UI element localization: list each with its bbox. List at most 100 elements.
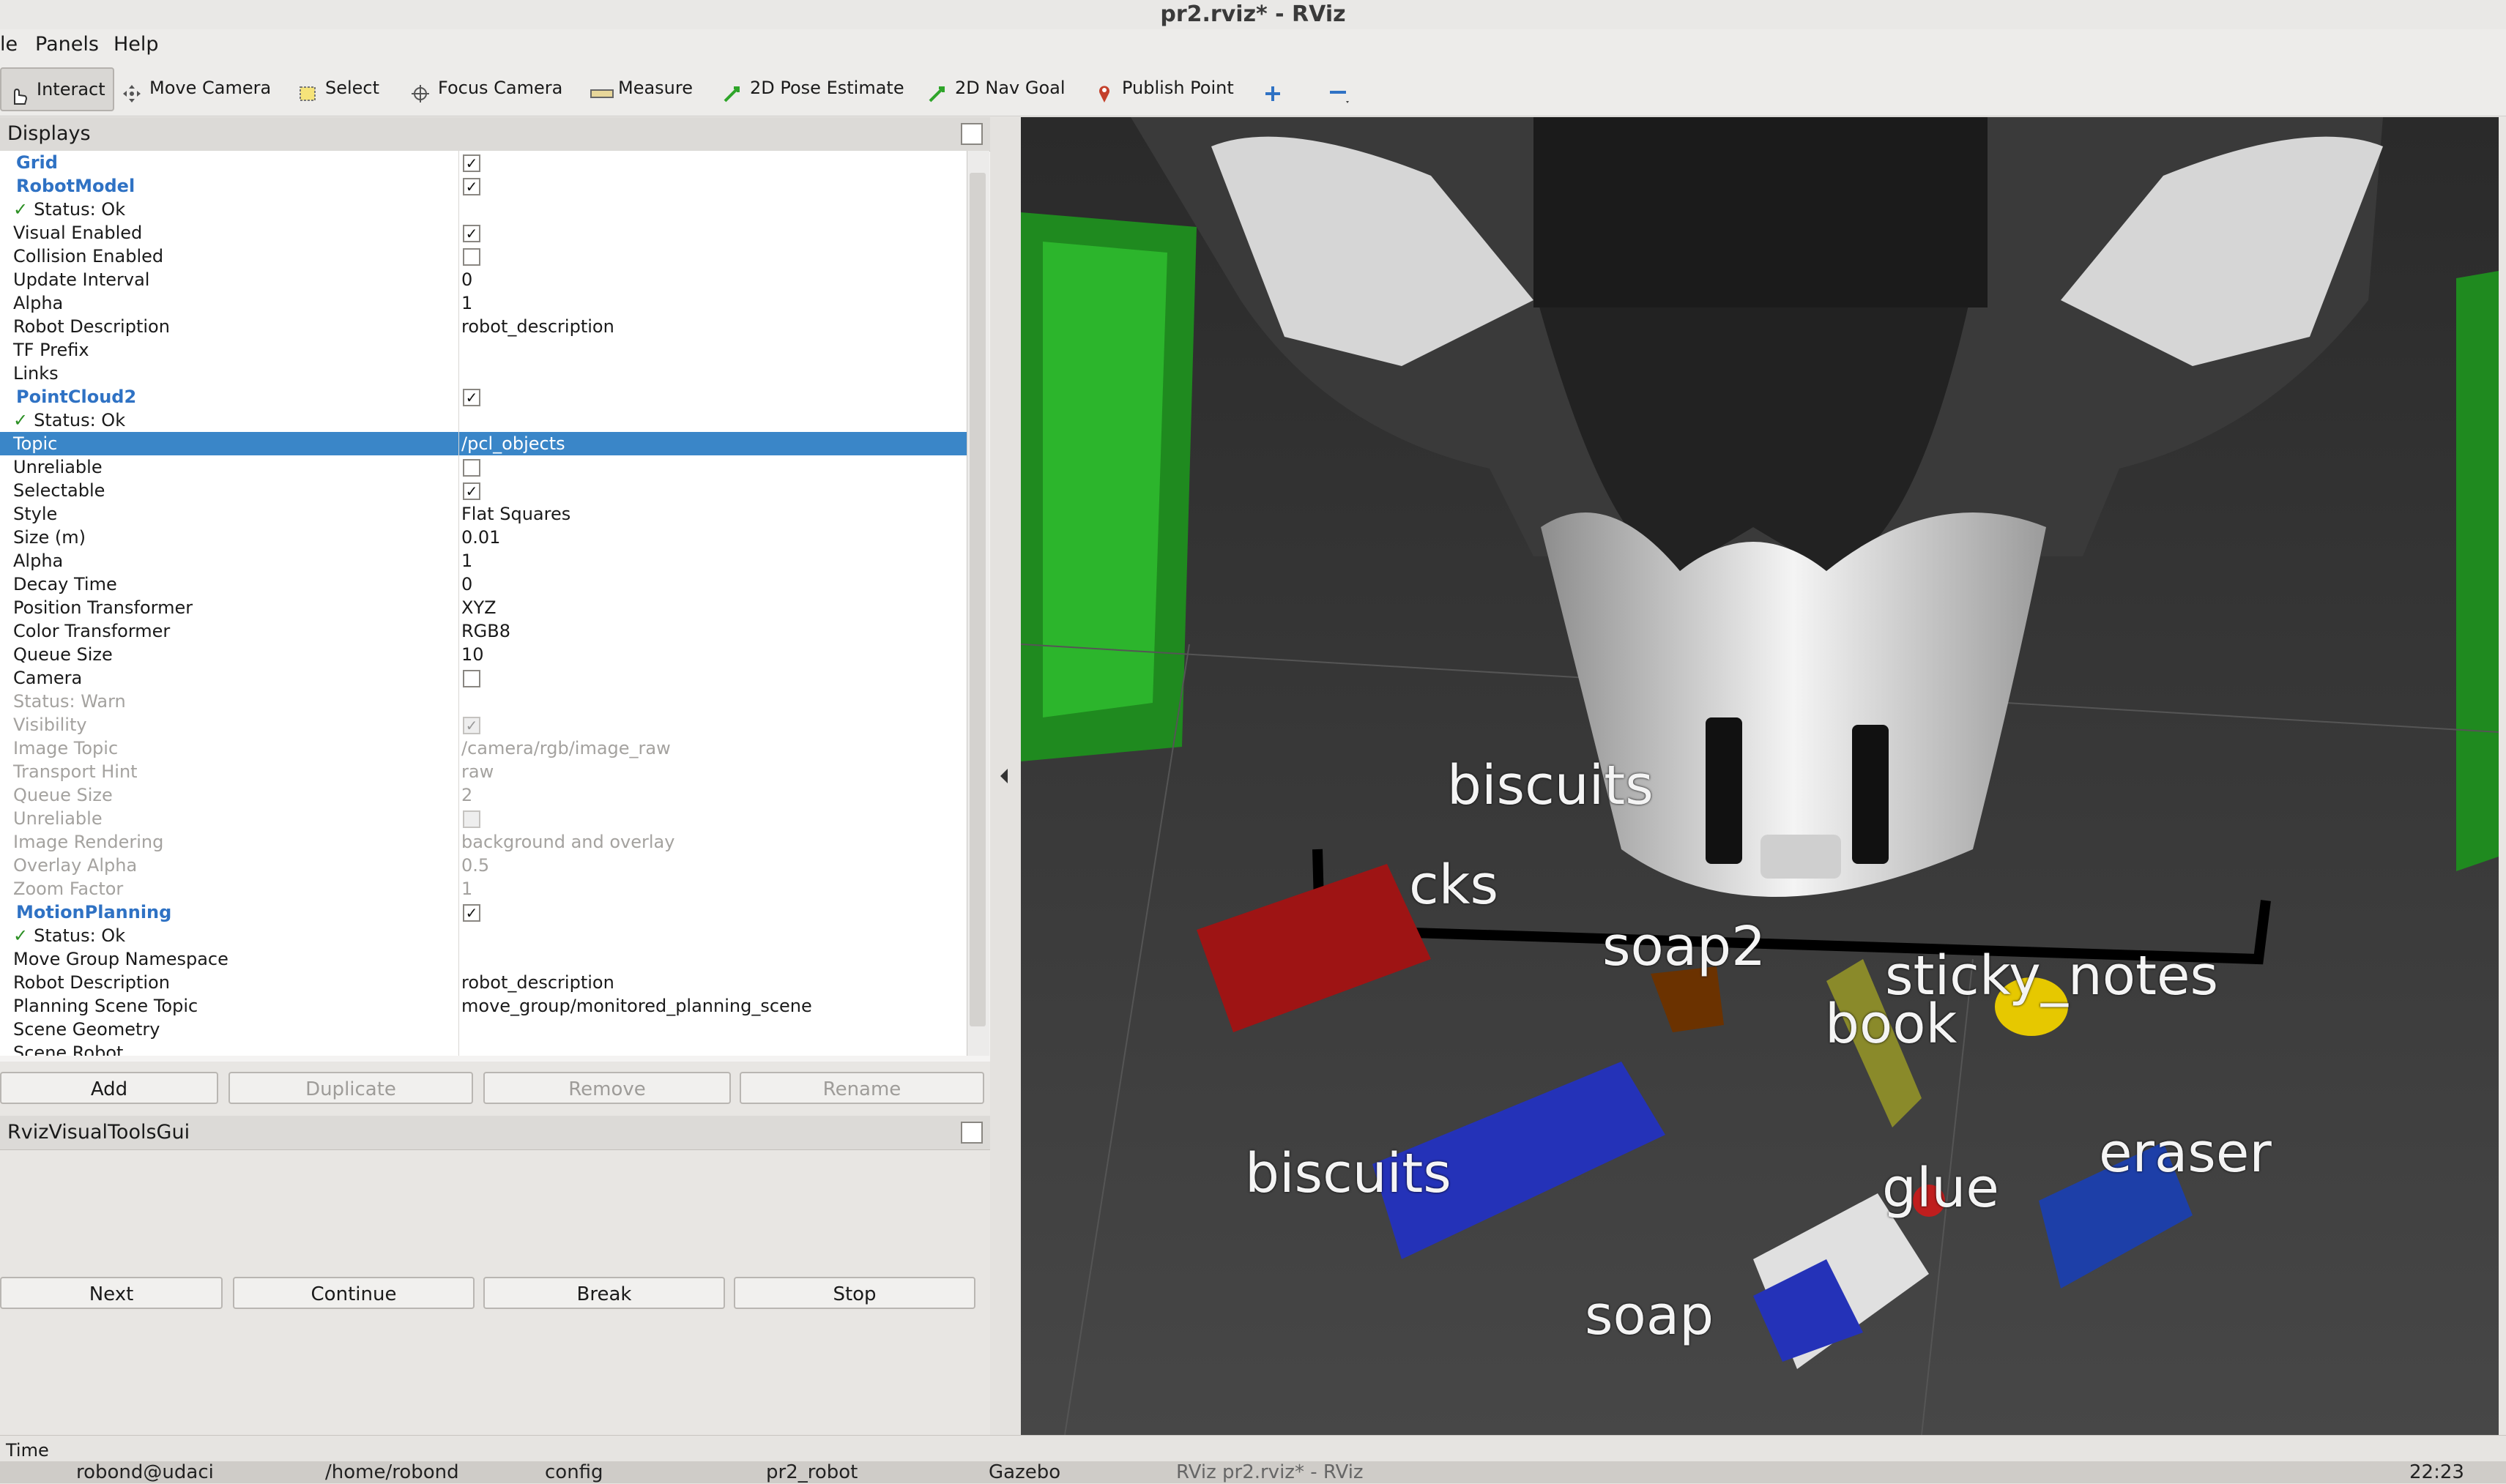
display-property-row[interactable]: Overlay Alpha 0.5 <box>0 854 967 877</box>
continue-button[interactable]: Continue <box>233 1277 475 1309</box>
tool-2d-nav-goal[interactable]: 2D Nav Goal <box>927 67 1066 108</box>
display-property-row[interactable]: Links <box>0 362 967 385</box>
column-divider[interactable] <box>458 151 459 1056</box>
display-group-row[interactable]: Grid ✓ <box>0 151 967 174</box>
taskbar-item[interactable]: Gazebo <box>989 1461 1060 1483</box>
property-checkbox[interactable]: ✓ <box>463 717 480 734</box>
display-group-row[interactable]: PointCloud2 ✓ <box>0 385 967 409</box>
property-value[interactable]: 0 <box>461 573 472 596</box>
property-checkbox[interactable] <box>463 810 480 828</box>
tool-measure[interactable]: Measure <box>590 67 693 108</box>
taskbar-item[interactable]: /home/robond <box>325 1461 459 1483</box>
property-value[interactable]: 1 <box>461 877 472 901</box>
tool-select[interactable]: Select <box>297 67 379 108</box>
property-value[interactable]: 10 <box>461 643 484 666</box>
display-property-row[interactable]: Topic/pcl_objects <box>0 432 967 455</box>
display-property-row[interactable]: Robot Description robot_description <box>0 315 967 338</box>
taskbar-item-active[interactable]: RViz pr2.rviz* - RViz <box>1176 1461 1364 1483</box>
display-property-row[interactable]: Zoom Factor 1 <box>0 877 967 901</box>
property-value[interactable]: Flat Squares <box>461 502 570 526</box>
remove-tool-button[interactable] <box>1327 67 1349 108</box>
display-property-row[interactable]: Robot Description robot_description <box>0 971 967 994</box>
display-property-row[interactable]: Collision Enabled <box>0 245 967 268</box>
display-property-row[interactable]: Transport Hint raw <box>0 760 967 783</box>
display-property-row[interactable]: Status: Warn <box>0 690 967 713</box>
scrollbar-thumb[interactable] <box>970 173 986 1026</box>
display-property-row[interactable]: Color Transformer RGB8 <box>0 619 967 643</box>
undock-button[interactable] <box>961 1122 983 1144</box>
tool-focus-camera[interactable]: Focus Camera <box>410 67 562 108</box>
display-property-row[interactable]: Move Group Namespace <box>0 947 967 971</box>
display-property-row[interactable]: TF Prefix <box>0 338 967 362</box>
display-property-row[interactable]: Selectable ✓ <box>0 479 967 502</box>
break-button[interactable]: Break <box>483 1277 725 1309</box>
property-checkbox[interactable] <box>463 670 480 687</box>
taskbar-item[interactable]: pr2_robot <box>766 1461 858 1483</box>
property-value[interactable]: 2 <box>461 783 472 807</box>
3d-viewport[interactable]: biscuits cks soap2 sticky_notes book bis… <box>1021 117 2499 1435</box>
display-property-row[interactable]: Scene Geometry <box>0 1018 967 1041</box>
property-checkbox[interactable] <box>463 248 480 266</box>
display-property-row[interactable]: Unreliable <box>0 807 967 830</box>
property-value[interactable]: raw <box>461 760 494 783</box>
tool-move-camera[interactable]: Move Camera <box>122 67 271 108</box>
undock-button[interactable] <box>961 123 983 145</box>
displays-scrollbar[interactable] <box>967 151 989 1056</box>
display-group-row[interactable]: MotionPlanning ✓ <box>0 901 967 924</box>
property-value[interactable]: robot_description <box>461 315 614 338</box>
display-property-row[interactable]: Image Rendering background and overlay <box>0 830 967 854</box>
tool-publish-point[interactable]: Publish Point <box>1094 67 1234 108</box>
property-checkbox[interactable]: ✓ <box>463 178 480 195</box>
display-property-row[interactable]: Size (m) 0.01 <box>0 526 967 549</box>
display-property-row[interactable]: Visibility ✓ <box>0 713 967 737</box>
display-property-row[interactable]: Image Topic/camera/rgb/image_raw <box>0 737 967 760</box>
property-checkbox[interactable]: ✓ <box>463 154 480 172</box>
display-property-row[interactable]: Visual Enabled ✓ <box>0 221 967 245</box>
property-value[interactable]: 0.5 <box>461 854 489 877</box>
tool-interact[interactable]: Interact <box>0 67 114 111</box>
display-property-row[interactable]: Scene Robot <box>0 1041 967 1056</box>
property-checkbox[interactable]: ✓ <box>463 389 480 406</box>
display-property-row[interactable]: Queue Size 2 <box>0 783 967 807</box>
display-property-row[interactable]: ✓ Status: Ok <box>0 409 967 432</box>
stop-button[interactable]: Stop <box>734 1277 975 1309</box>
display-property-row[interactable]: Style Flat Squares <box>0 502 967 526</box>
display-property-row[interactable]: Unreliable <box>0 455 967 479</box>
property-checkbox[interactable]: ✓ <box>463 482 480 500</box>
property-checkbox[interactable]: ✓ <box>463 225 480 242</box>
display-property-row[interactable]: Alpha 1 <box>0 291 967 315</box>
menu-help[interactable]: Help <box>114 29 159 60</box>
property-value[interactable]: 0 <box>461 268 472 291</box>
displays-tree[interactable]: Grid ✓ RobotModel ✓ ✓ Status: Ok Visual Enable… <box>0 151 967 1056</box>
property-value[interactable]: background and overlay <box>461 830 674 854</box>
display-property-row[interactable]: ✓ Status: Ok <box>0 198 967 221</box>
add-tool-button[interactable] <box>1263 67 1283 108</box>
property-value[interactable]: 0.01 <box>461 526 500 549</box>
property-value[interactable]: 1 <box>461 549 472 573</box>
property-value[interactable]: 1 <box>461 291 472 315</box>
remove-button[interactable]: Remove <box>483 1072 731 1104</box>
display-property-row[interactable]: ✓ Status: Ok <box>0 924 967 947</box>
display-property-row[interactable]: Decay Time 0 <box>0 573 967 596</box>
display-group-row[interactable]: RobotModel ✓ <box>0 174 967 198</box>
display-property-row[interactable]: Queue Size 10 <box>0 643 967 666</box>
property-value[interactable]: /camera/rgb/image_raw <box>461 737 671 760</box>
duplicate-button[interactable]: Duplicate <box>228 1072 473 1104</box>
display-property-row[interactable]: Camera <box>0 666 967 690</box>
property-value[interactable]: XYZ <box>461 596 497 619</box>
taskbar-item[interactable]: config <box>545 1461 603 1483</box>
property-value[interactable]: robot_description <box>461 971 614 994</box>
tool-2d-pose-estimate[interactable]: 2D Pose Estimate <box>722 67 904 108</box>
panel-splitter[interactable] <box>990 117 1021 1435</box>
display-property-row[interactable]: Alpha 1 <box>0 549 967 573</box>
property-value[interactable]: RGB8 <box>461 619 510 643</box>
menu-file[interactable]: le <box>0 29 18 60</box>
add-button[interactable]: Add <box>0 1072 218 1104</box>
property-checkbox[interactable]: ✓ <box>463 904 480 922</box>
property-value[interactable]: /pcl_objects <box>461 432 565 455</box>
property-value[interactable]: move_group/monitored_planning_scene <box>461 994 812 1018</box>
property-checkbox[interactable] <box>463 459 480 477</box>
next-button[interactable]: Next <box>0 1277 223 1309</box>
display-property-row[interactable]: Position Transformer XYZ <box>0 596 967 619</box>
display-property-row[interactable]: Update Interval 0 <box>0 268 967 291</box>
